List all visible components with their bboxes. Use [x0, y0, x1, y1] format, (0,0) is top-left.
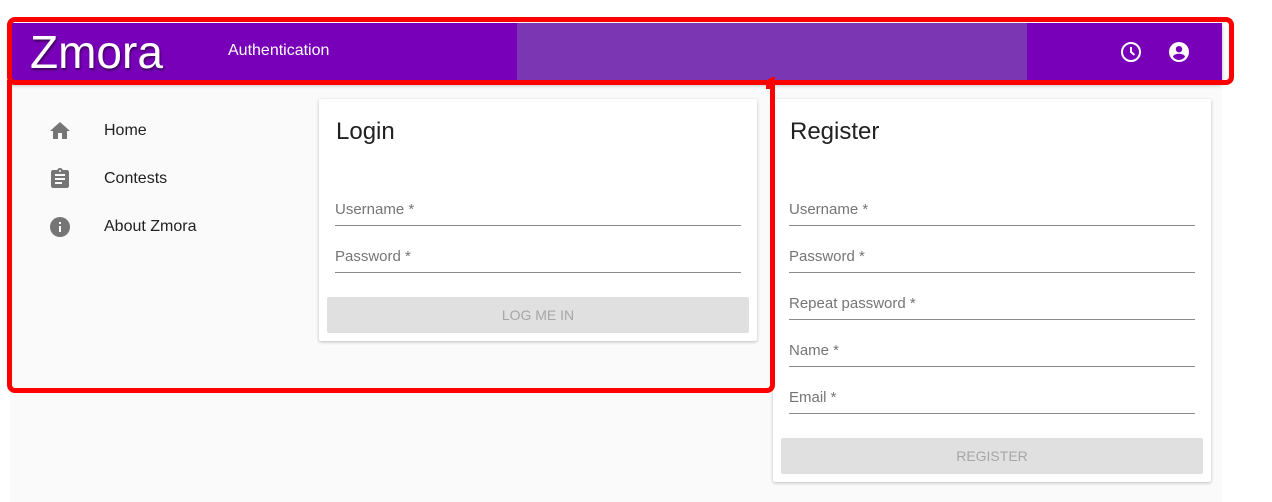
clock-icon[interactable]: [1119, 40, 1143, 64]
register-username-field[interactable]: Username *: [789, 196, 1195, 226]
sidebar-item-contests[interactable]: Contests: [10, 155, 310, 203]
logo[interactable]: Zmora: [30, 25, 163, 79]
field-label: Password *: [789, 248, 865, 265]
sidebar: Home Contests About Zmora: [10, 107, 310, 251]
home-icon: [50, 122, 70, 139]
login-card: Login Username * Password * LOG ME IN: [319, 99, 757, 341]
field-label: Password *: [335, 248, 411, 265]
app: Zmora Authentication Home Contests About…: [10, 23, 1222, 502]
section-title: Authentication: [228, 42, 330, 59]
register-repeat-password-field[interactable]: Repeat password *: [789, 290, 1195, 320]
sidebar-item-label: Home: [104, 122, 147, 139]
clipboard-icon: [51, 168, 69, 188]
app-bar: Zmora Authentication: [10, 23, 1222, 83]
register-title: Register: [790, 118, 880, 145]
account-circle-icon[interactable]: [1167, 40, 1191, 64]
register-card: Register Username * Password * Repeat pa…: [773, 99, 1211, 482]
login-title: Login: [336, 118, 395, 145]
field-label: Username *: [335, 201, 415, 218]
field-label: Name *: [789, 342, 840, 359]
field-label: Email *: [789, 389, 837, 406]
info-icon: [50, 217, 70, 237]
register-name-field[interactable]: Name *: [789, 337, 1195, 367]
app-bar-middle: [517, 23, 1027, 83]
register-button[interactable]: REGISTER: [781, 438, 1203, 474]
login-password-field[interactable]: Password *: [335, 243, 741, 273]
sidebar-item-about[interactable]: About Zmora: [10, 203, 310, 251]
field-label: Repeat password *: [789, 295, 916, 312]
register-password-field[interactable]: Password *: [789, 243, 1195, 273]
sidebar-item-label: Contests: [104, 170, 168, 187]
sidebar-item-home[interactable]: Home: [10, 107, 310, 155]
sidebar-item-label: About Zmora: [104, 218, 197, 235]
login-username-field[interactable]: Username *: [335, 196, 741, 226]
login-button[interactable]: LOG ME IN: [327, 297, 749, 333]
register-email-field[interactable]: Email *: [789, 384, 1195, 414]
field-label: Username *: [789, 201, 869, 218]
